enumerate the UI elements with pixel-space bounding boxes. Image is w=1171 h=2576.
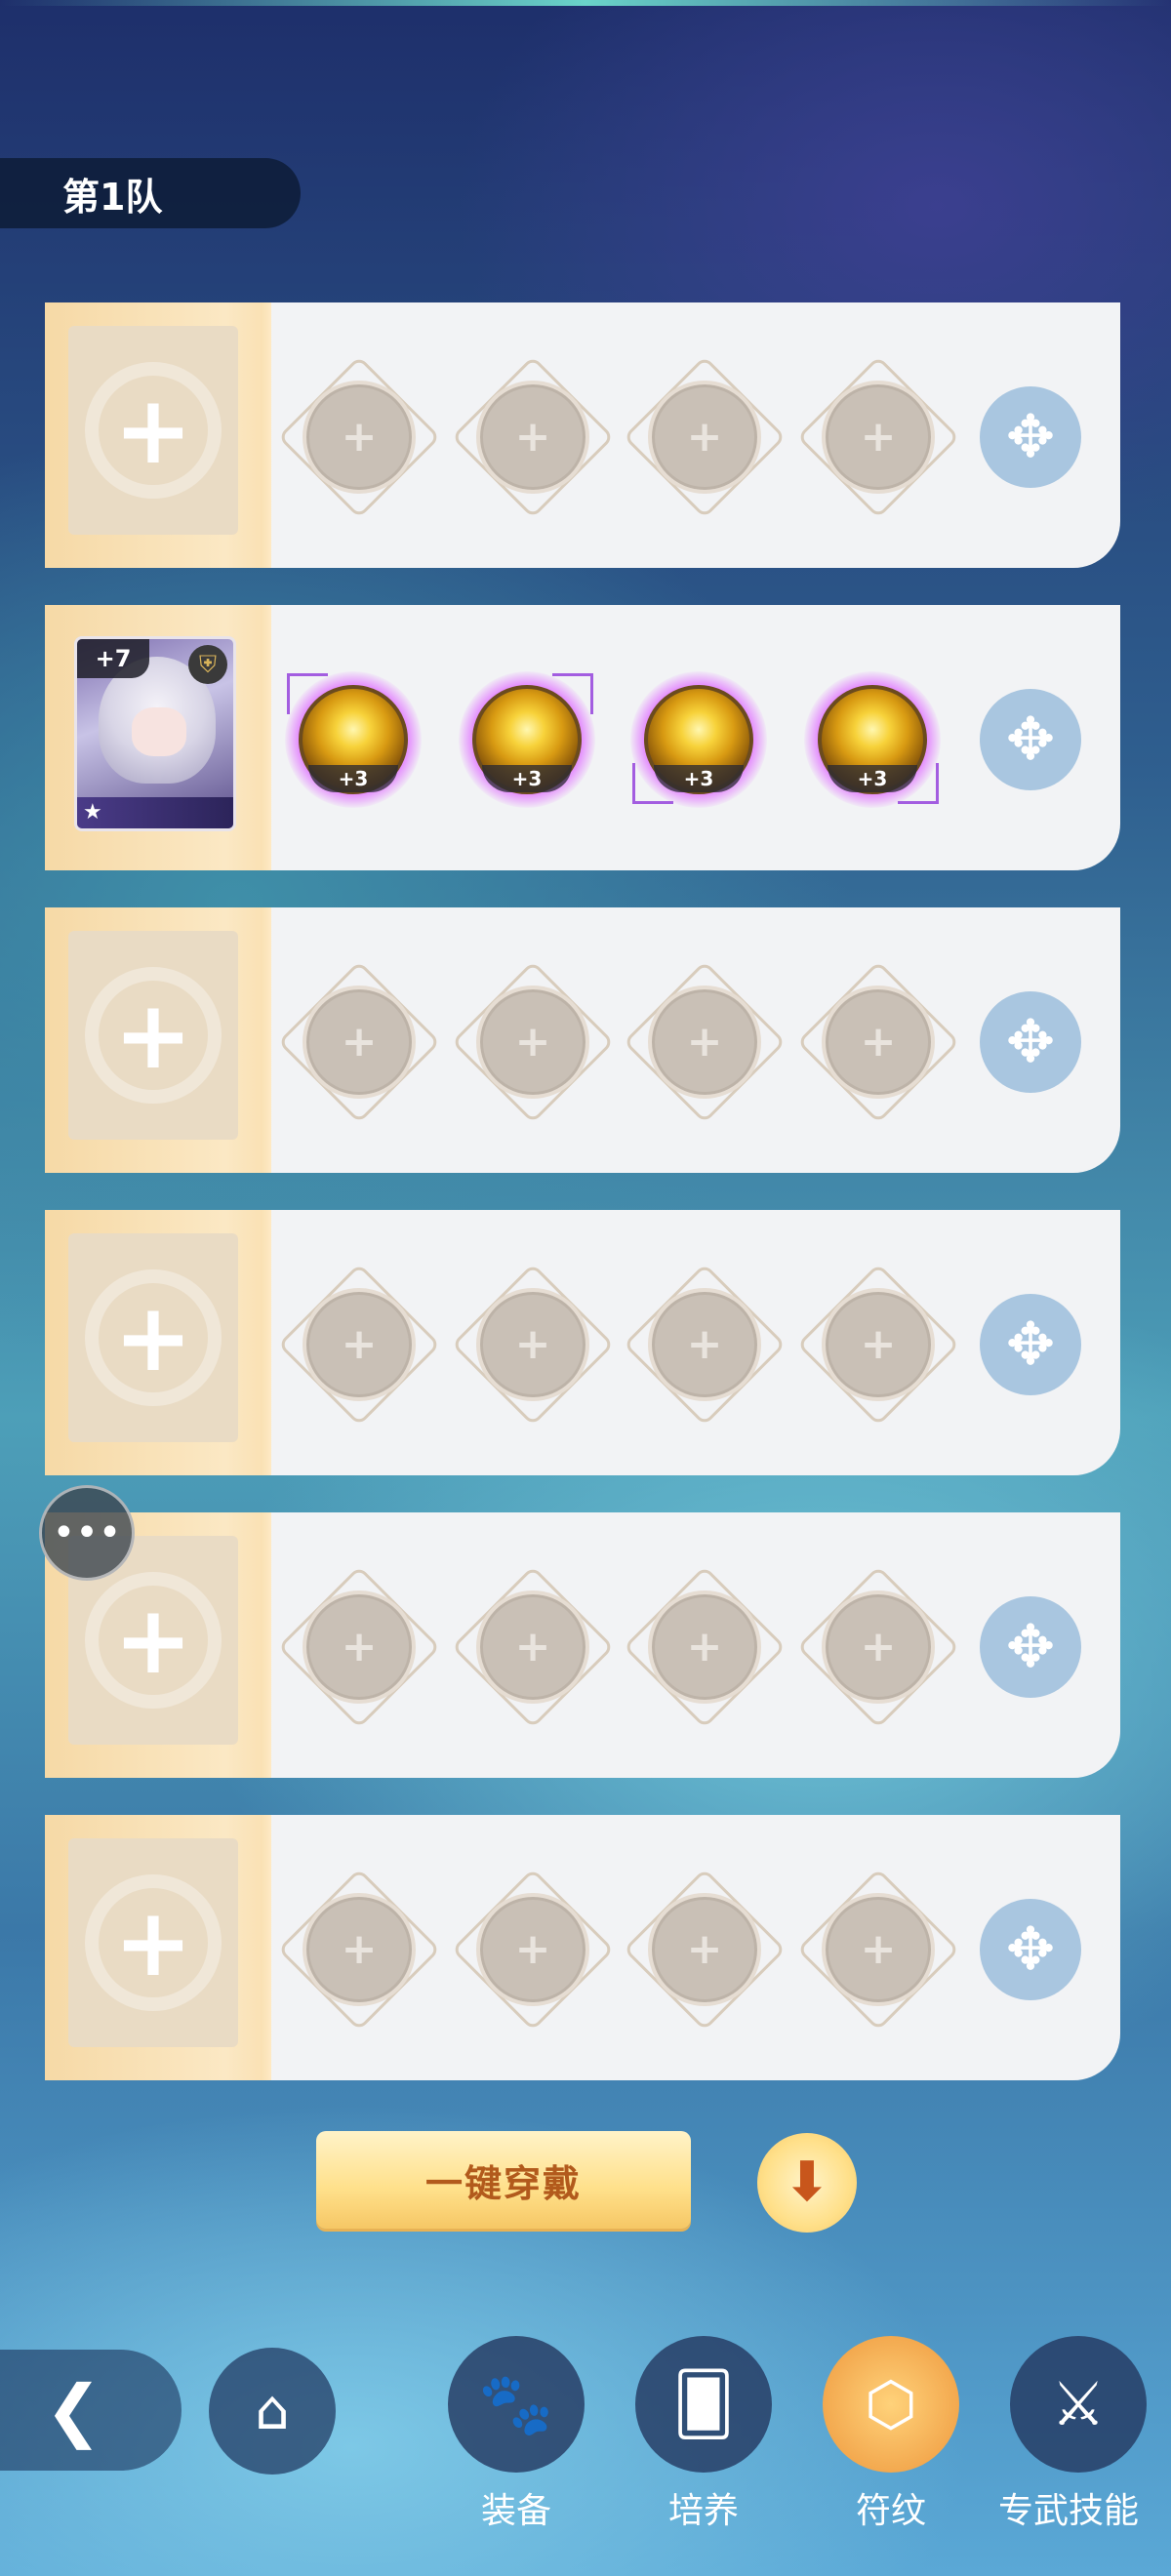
arrow-down-icon[interactable]: ⬇ <box>757 2133 857 2233</box>
add-rune-icon: + <box>822 1893 935 2006</box>
loadout-row-5: + + + + + ✥ <box>45 1512 1120 1778</box>
rune-slot-3[interactable]: + <box>623 1868 787 2032</box>
rune-slot-1[interactable]: + <box>277 1263 441 1427</box>
nav-training[interactable]: 🂠 培养 <box>630 2336 777 2551</box>
chat-icon[interactable]: ••• <box>39 1485 135 1581</box>
hero-star-bar: ★ <box>77 797 233 828</box>
rune-level-label: +3 <box>482 765 572 792</box>
add-rune-icon: + <box>648 1590 761 1704</box>
character-slot-empty[interactable]: + <box>68 326 238 535</box>
wear-all-button[interactable]: 一键穿戴 <box>316 2131 691 2229</box>
nav-training-label: 培养 <box>667 2491 739 2531</box>
nav-weapon-skill-label: 专武技能 <box>997 2491 1139 2531</box>
rune-level-label: +3 <box>308 765 398 792</box>
add-character-icon: + <box>113 1586 193 1695</box>
add-rune-icon: + <box>648 1893 761 2006</box>
home-icon: ⌂ <box>255 2379 290 2442</box>
add-rune-icon: + <box>303 1590 416 1704</box>
loadout-row-6: + + + + + ✥ <box>45 1815 1120 2080</box>
hero-level-badge: +7 <box>77 639 149 678</box>
add-rune-icon: + <box>476 986 589 1099</box>
rune-slot-4[interactable]: + <box>796 1868 960 2032</box>
rune-slot-2[interactable]: + <box>451 960 615 1124</box>
rune-level-label: +3 <box>828 765 917 792</box>
loadout-row-2: +7 ⛨ ★ +3 +3 +3 +3 ✥ <box>45 605 1120 870</box>
nav-weapon-skill[interactable]: ⚔ 专武技能 <box>998 2336 1151 2551</box>
home-button[interactable]: ⌂ <box>209 2348 336 2475</box>
rune-slot-3[interactable]: +3 <box>630 671 767 808</box>
rune-slot-4[interactable]: + <box>796 355 960 519</box>
rune-slot-4[interactable]: +3 <box>804 671 941 808</box>
top-rim <box>0 0 1171 6</box>
rune-slot-4[interactable]: + <box>796 960 960 1124</box>
nav-equipment[interactable]: 🐾 装备 <box>443 2336 589 2551</box>
nav-runes-label: 符纹 <box>855 2491 926 2531</box>
loadout-row-3: + + + + + ✥ <box>45 907 1120 1173</box>
swap-icon[interactable]: ✥ <box>980 1899 1081 2000</box>
add-rune-icon: + <box>476 1590 589 1704</box>
swap-icon[interactable]: ✥ <box>980 1294 1081 1395</box>
character-slot-empty[interactable]: + <box>68 931 238 1140</box>
rune-slot-4[interactable]: + <box>796 1565 960 1729</box>
add-character-icon: + <box>113 1888 193 1997</box>
rune-slot-1[interactable]: + <box>277 1868 441 2032</box>
add-character-icon: + <box>113 981 193 1090</box>
back-icon: ❮ <box>45 2370 102 2450</box>
add-rune-icon: + <box>822 1590 935 1704</box>
add-rune-icon: + <box>476 1288 589 1401</box>
add-character-icon: + <box>113 1283 193 1392</box>
add-rune-icon: + <box>303 1893 416 2006</box>
rune-frame-corner <box>552 673 593 714</box>
swap-icon[interactable]: ✥ <box>980 1596 1081 1698</box>
nav-runes[interactable]: ⬡ 符纹 <box>818 2336 964 2551</box>
hero-portrait[interactable]: +7 ⛨ ★ <box>74 636 236 831</box>
add-rune-icon: + <box>476 381 589 494</box>
swap-icon[interactable]: ✥ <box>980 991 1081 1093</box>
add-rune-icon: + <box>303 986 416 1099</box>
add-character-icon: + <box>113 376 193 485</box>
add-rune-icon: + <box>822 986 935 1099</box>
rune-slot-2[interactable]: + <box>451 1565 615 1729</box>
loadout-row-1: + + + + + ✥ <box>45 302 1120 568</box>
character-slot-empty[interactable]: + <box>68 1233 238 1442</box>
rune-slot-2[interactable]: +3 <box>459 671 595 808</box>
cards-icon: 🂠 <box>635 2336 772 2473</box>
rune-slot-2[interactable]: + <box>451 355 615 519</box>
rune-slot-3[interactable]: + <box>623 355 787 519</box>
rune-frame-corner <box>287 673 328 714</box>
rune-slot-1[interactable]: + <box>277 1565 441 1729</box>
rune-slot-3[interactable]: + <box>623 1565 787 1729</box>
rune-slot-2[interactable]: + <box>451 1263 615 1427</box>
rune-slot-3[interactable]: + <box>623 1263 787 1427</box>
swap-icon[interactable]: ✥ <box>980 689 1081 790</box>
back-button[interactable]: ❮ <box>0 2350 182 2471</box>
rune-level-label: +3 <box>654 765 744 792</box>
add-rune-icon: + <box>303 1288 416 1401</box>
rune-slot-1[interactable]: + <box>277 960 441 1124</box>
nav-equipment-label: 装备 <box>480 2491 551 2531</box>
loadout-row-4: + + + + + ✥ <box>45 1210 1120 1475</box>
add-rune-icon: + <box>303 381 416 494</box>
rune-slot-4[interactable]: + <box>796 1263 960 1427</box>
shield-icon: ⛨ <box>188 645 227 684</box>
add-rune-icon: + <box>476 1893 589 2006</box>
rune-slot-2[interactable]: + <box>451 1868 615 2032</box>
team-label: 第1队 <box>0 158 301 228</box>
add-rune-icon: + <box>822 1288 935 1401</box>
rune-slot-1[interactable]: +3 <box>285 671 422 808</box>
paw-icon: 🐾 <box>448 2336 585 2473</box>
add-rune-icon: + <box>822 381 935 494</box>
rune-slot-1[interactable]: + <box>277 355 441 519</box>
add-rune-icon: + <box>648 986 761 1099</box>
add-rune-icon: + <box>648 1288 761 1401</box>
hero-face <box>132 707 186 756</box>
rune-icon: ⬡ <box>823 2336 959 2473</box>
add-rune-icon: + <box>648 381 761 494</box>
rune-slot-3[interactable]: + <box>623 960 787 1124</box>
weapon-icon: ⚔ <box>1010 2336 1147 2473</box>
swap-icon[interactable]: ✥ <box>980 386 1081 488</box>
character-slot-empty[interactable]: + <box>68 1838 238 2047</box>
